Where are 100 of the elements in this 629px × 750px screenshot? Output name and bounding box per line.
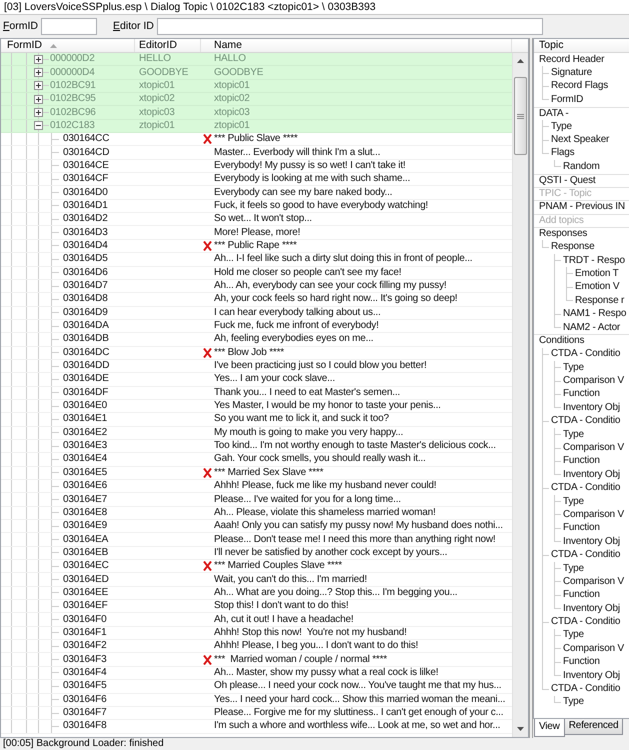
form-id[interactable]: 030164D7 <box>63 280 108 292</box>
form-id[interactable]: 030164D8 <box>63 293 108 306</box>
form-id[interactable]: 030164D4 <box>63 240 108 252</box>
field-label[interactable]: Emotion V <box>575 281 620 294</box>
field-label[interactable]: Record Header <box>539 54 604 66</box>
form-id[interactable]: 030164D9 <box>63 306 108 319</box>
field-label[interactable]: Comparison V <box>563 508 624 521</box>
field-label[interactable]: CTDA - Conditio <box>551 415 620 428</box>
splitter-handle[interactable] <box>529 38 533 738</box>
field-label[interactable]: Comparison V <box>563 576 624 588</box>
form-id[interactable]: 030164F6 <box>63 694 106 706</box>
field-label[interactable]: Comparison V <box>563 375 624 388</box>
column-header[interactable]: FormID <box>1 39 135 52</box>
field-label[interactable]: CTDA - Conditio <box>551 549 620 562</box>
field-label[interactable]: Record Flags <box>551 80 608 92</box>
form-id[interactable]: 030164F5 <box>63 680 106 692</box>
form-id[interactable]: 030164E6 <box>63 480 108 492</box>
form-id[interactable]: 030164D2 <box>63 213 108 226</box>
field-label[interactable]: Comparison V <box>563 642 624 655</box>
form-id[interactable]: 030164EC <box>63 560 109 572</box>
form-id[interactable]: 030164E3 <box>63 440 108 452</box>
form-id[interactable]: 030164E0 <box>63 400 108 412</box>
field-label[interactable]: Function <box>563 455 600 468</box>
form-id[interactable]: 030164D5 <box>63 253 108 266</box>
field-label[interactable]: DATA - <box>539 108 569 120</box>
form-id[interactable]: 030164E2 <box>63 426 108 439</box>
form-id[interactable]: 030164DE <box>63 373 109 386</box>
plus-icon[interactable] <box>34 81 43 90</box>
plus-icon[interactable] <box>34 108 43 118</box>
field-label[interactable]: CTDA - Conditio <box>551 482 620 494</box>
form-id[interactable]: 030164DC <box>63 346 110 359</box>
form-id[interactable]: 030164EB <box>63 546 108 559</box>
form-id[interactable]: 030164D6 <box>63 266 108 279</box>
minus-icon[interactable] <box>34 121 43 130</box>
field-label[interactable]: Type <box>551 120 572 133</box>
field-label[interactable]: Inventory Obj <box>563 536 620 548</box>
field-label[interactable]: CTDA - Conditio <box>551 348 620 360</box>
tab[interactable]: View <box>534 719 565 737</box>
form-id[interactable]: 030164CD <box>63 146 110 159</box>
field-label[interactable]: Conditions <box>539 335 584 348</box>
column-header[interactable]: Name <box>201 39 512 52</box>
field-label[interactable]: NAM2 - Actor <box>563 322 620 334</box>
form-id[interactable]: 030164D3 <box>63 226 108 239</box>
field-label[interactable]: Type <box>563 362 584 374</box>
field-label[interactable]: Next Speaker <box>551 134 610 146</box>
field-label[interactable]: Inventory Obj <box>563 402 620 414</box>
field-label[interactable]: Flags <box>551 147 574 160</box>
form-id[interactable]: 030164E1 <box>63 413 108 426</box>
field-label[interactable]: CTDA - Conditio <box>551 616 620 628</box>
form-id[interactable]: 030164F1 <box>63 626 106 639</box>
form-id[interactable]: 030164EE <box>63 586 108 599</box>
form-id[interactable]: 030164ED <box>63 574 109 586</box>
field-label[interactable]: Function <box>563 589 600 602</box>
scrollbar[interactable] <box>512 53 528 737</box>
form-id[interactable]: 030164D1 <box>63 200 108 212</box>
editor-id-filter-field[interactable] <box>156 18 543 35</box>
field-label[interactable]: Inventory Obj <box>563 602 620 615</box>
field-label[interactable]: Type <box>563 629 584 642</box>
form-id[interactable]: 030164D0 <box>63 186 108 199</box>
form-id[interactable]: 030164DB <box>63 333 109 346</box>
field-label[interactable]: NAM1 - Respo <box>563 308 626 320</box>
field-label[interactable]: PNAM - Previous IN <box>539 201 625 214</box>
form-id[interactable]: 030164CE <box>63 160 109 172</box>
form-id[interactable]: 030164E4 <box>63 453 108 466</box>
field-label[interactable]: CTDA - Conditio <box>551 683 620 696</box>
field-label[interactable]: Comparison V <box>563 442 624 454</box>
arrow-down-icon[interactable] <box>517 727 524 731</box>
field-label[interactable]: Function <box>563 656 600 668</box>
form-id[interactable]: 030164E5 <box>63 466 108 479</box>
field-label[interactable]: QSTI - Quest <box>539 174 596 187</box>
form-id[interactable]: 030164EA <box>63 534 108 546</box>
field-label[interactable]: Inventory Obj <box>563 468 620 481</box>
field-label[interactable]: Function <box>563 522 600 534</box>
form-id[interactable]: 030164F7 <box>63 707 106 720</box>
form-id[interactable]: 030164DF <box>63 386 108 399</box>
form-id[interactable]: 030164EF <box>63 600 108 612</box>
plus-icon[interactable] <box>34 54 43 64</box>
field-label[interactable]: Type <box>563 696 584 708</box>
form-id[interactable]: 030164E7 <box>63 494 108 506</box>
column-header[interactable]: EditorID <box>135 39 201 52</box>
form-id[interactable]: 030164CC <box>63 133 110 146</box>
field-label[interactable]: Function <box>563 388 600 400</box>
form-id[interactable]: 030164F8 <box>63 720 106 732</box>
field-label[interactable]: TRDT - Respo <box>563 254 625 267</box>
plus-icon[interactable] <box>34 94 43 104</box>
field-label[interactable]: Response r <box>575 294 624 307</box>
form-id[interactable]: 030164F3 <box>63 654 106 666</box>
form-id[interactable]: 030164E8 <box>63 506 108 519</box>
field-label[interactable]: FormID <box>551 94 584 106</box>
form-id[interactable]: 030164E9 <box>63 520 108 532</box>
field-label[interactable]: Inventory Obj <box>563 670 620 682</box>
form-id[interactable]: 030164F2 <box>63 640 106 652</box>
field-label[interactable]: Type <box>563 428 584 441</box>
form-id-filter-field[interactable] <box>41 18 98 35</box>
form-id[interactable]: 030164F4 <box>63 666 106 679</box>
tab[interactable]: Referenced <box>564 719 624 735</box>
form-id[interactable]: 030164F0 <box>63 614 106 626</box>
field-label[interactable]: Signature <box>551 67 592 80</box>
field-label[interactable]: Responses <box>539 228 588 240</box>
arrow-up-icon[interactable] <box>517 59 524 63</box>
